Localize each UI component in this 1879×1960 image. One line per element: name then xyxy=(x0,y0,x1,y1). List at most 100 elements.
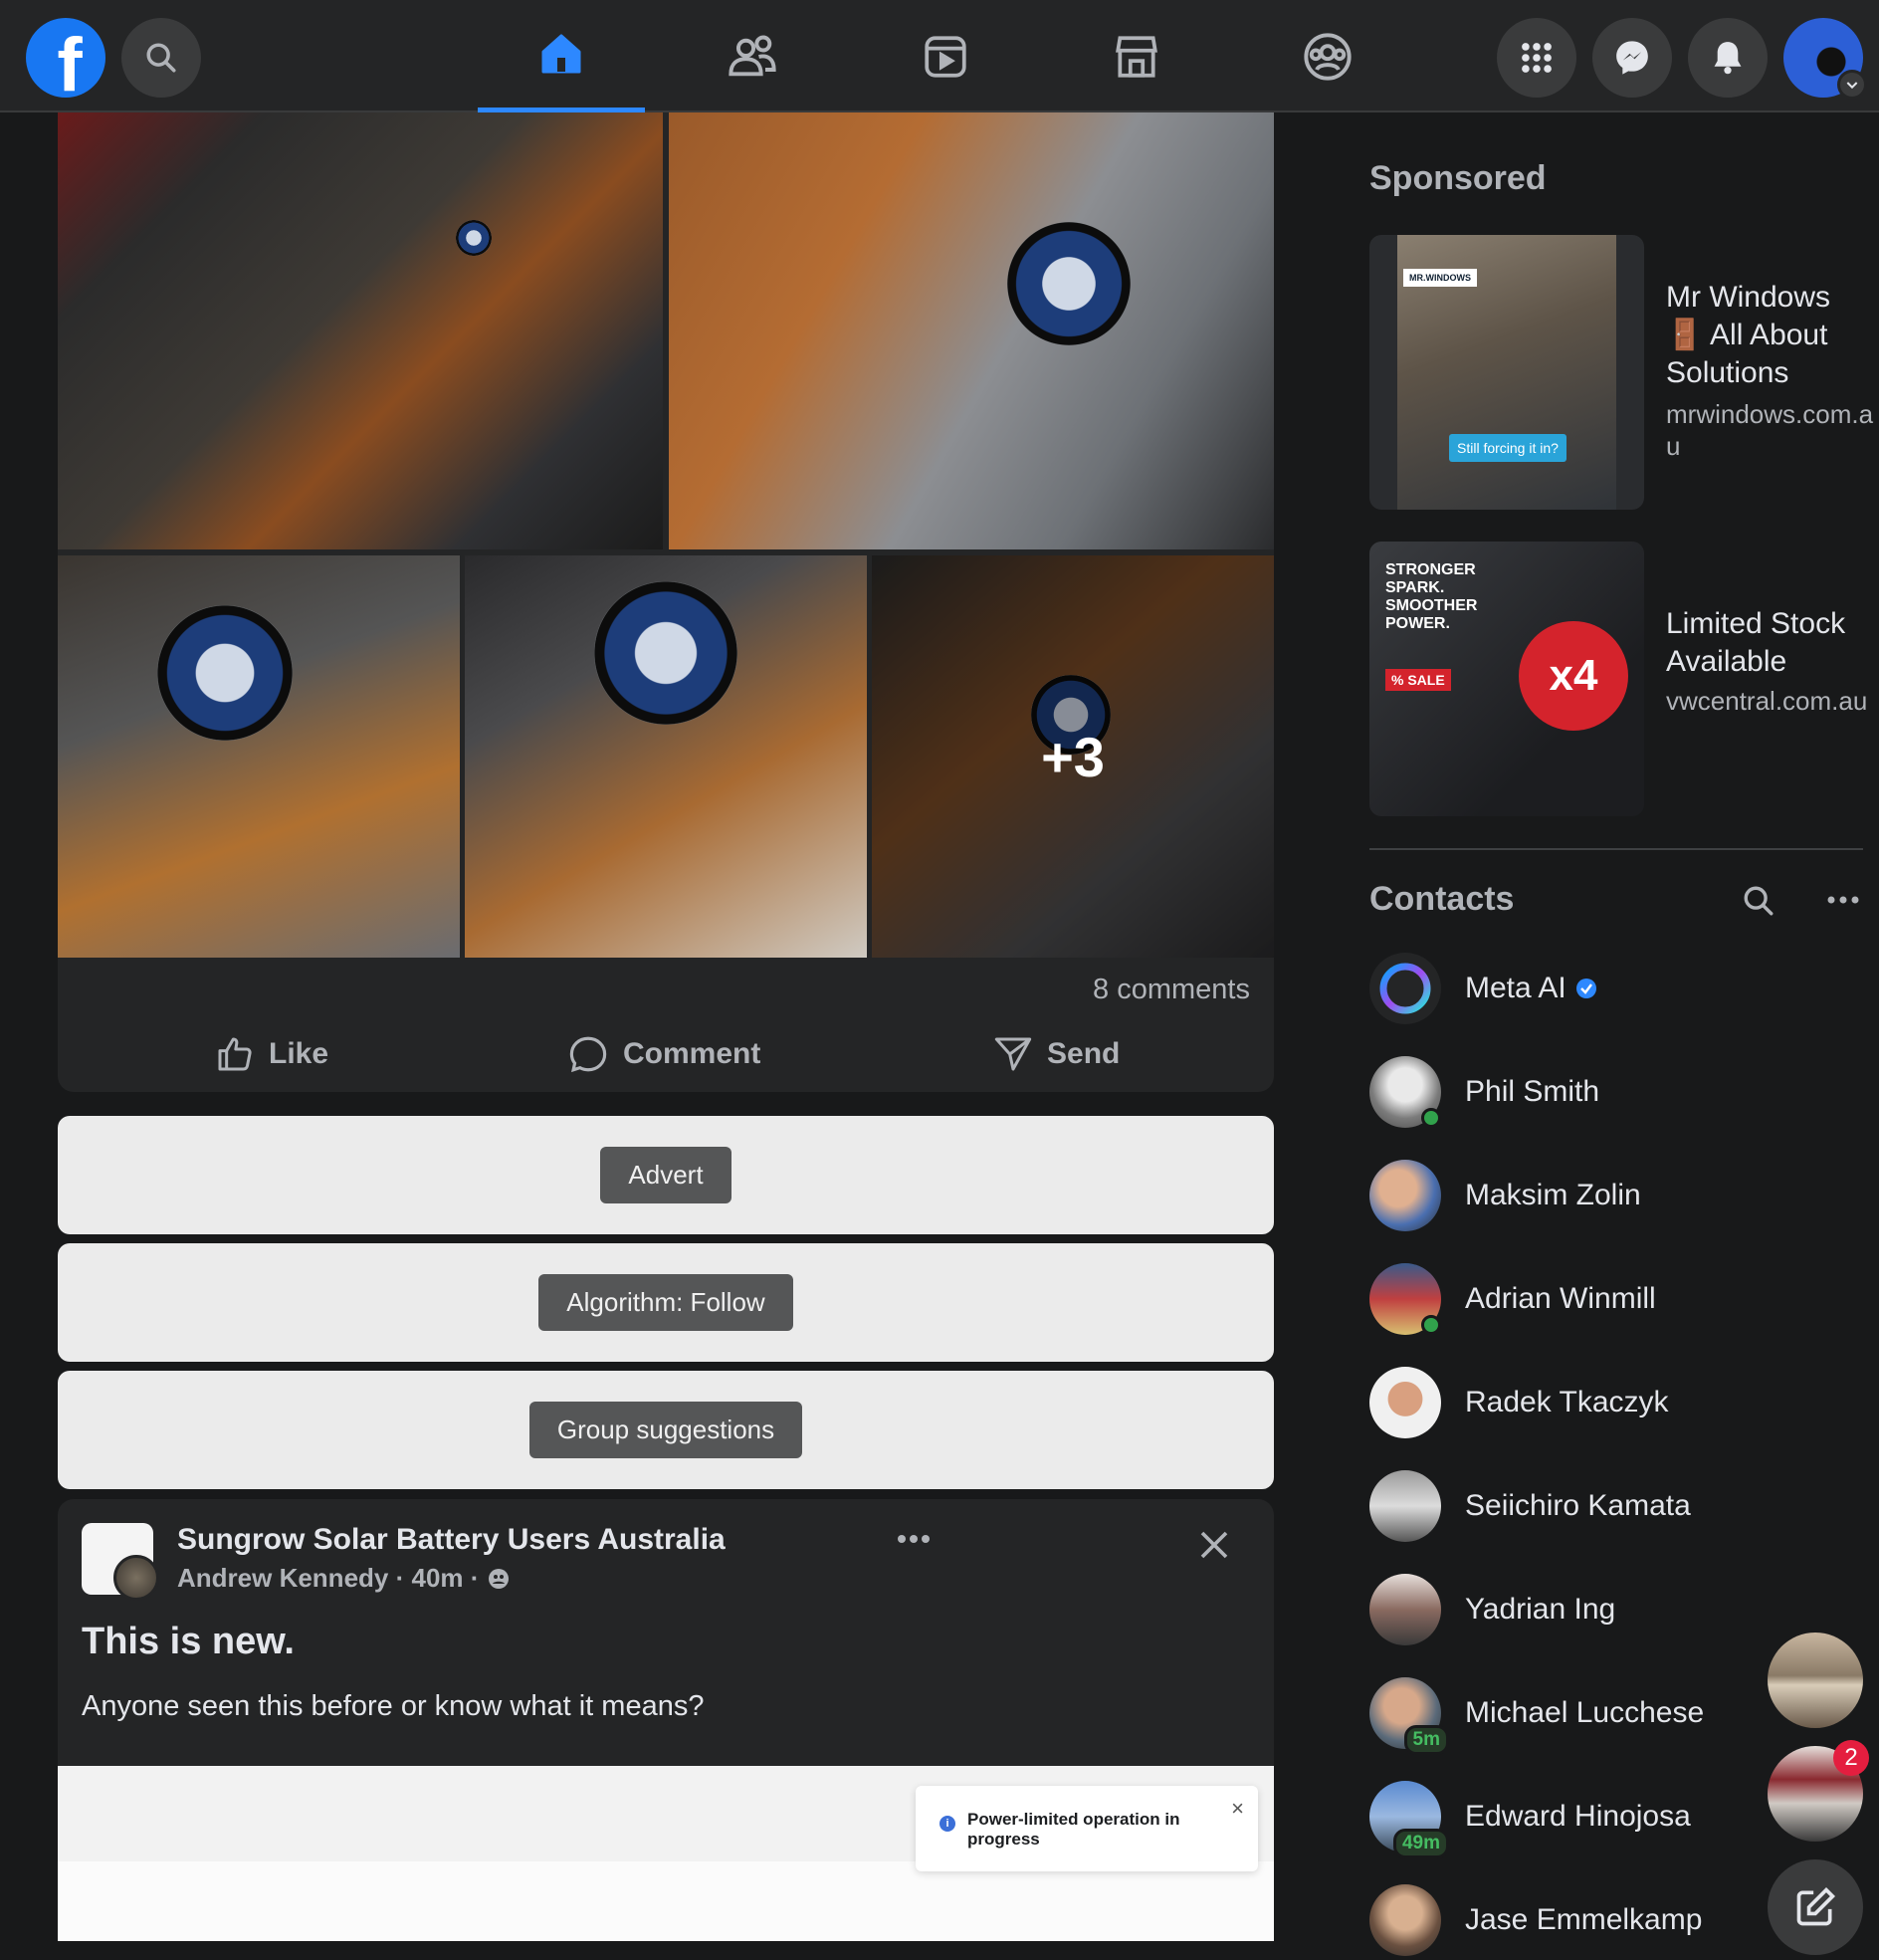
avatar xyxy=(1369,1470,1441,1542)
avatar xyxy=(1369,1056,1441,1128)
sponsored-ad[interactable]: MR.WINDOWS Still forcing it in? Mr Windo… xyxy=(1369,235,1873,510)
more-horizontal-icon xyxy=(898,1535,930,1543)
info-icon: i xyxy=(940,1816,955,1832)
comment-icon xyxy=(569,1036,607,1073)
contact-item[interactable]: Radek Tkaczyk xyxy=(1369,1363,1787,1442)
post-photo[interactable] xyxy=(58,112,663,549)
contacts-options-button[interactable] xyxy=(1825,892,1861,913)
contact-item[interactable]: Meta AI xyxy=(1369,949,1787,1028)
last-active-badge: 5m xyxy=(1403,1725,1449,1755)
group-suggestions-placeholder: Group suggestions xyxy=(58,1371,1274,1489)
post-meta: Andrew Kennedy · 40m · xyxy=(177,1563,511,1594)
algorithm-follow-label: Algorithm: Follow xyxy=(538,1274,793,1331)
contact-item[interactable]: 49m Edward Hinojosa xyxy=(1369,1777,1787,1858)
post-photo[interactable] xyxy=(669,112,1274,549)
toast-message: Power-limited operation in progress xyxy=(967,1810,1180,1849)
post-options-button[interactable] xyxy=(894,1529,934,1554)
account-avatar[interactable] xyxy=(1783,18,1867,100)
more-horizontal-icon xyxy=(1827,896,1859,904)
verified-badge-icon xyxy=(1575,979,1596,998)
group-name[interactable]: Sungrow Solar Battery Users Australia xyxy=(177,1523,726,1557)
avatar xyxy=(1369,1160,1441,1231)
contact-name: Edward Hinojosa xyxy=(1465,1800,1691,1833)
contact-name: Meta AI xyxy=(1465,972,1566,1004)
group-avatar[interactable] xyxy=(82,1523,159,1601)
ad-image[interactable]: STRONGER SPARK. SMOOTHER POWER. x4 % SAL… xyxy=(1369,542,1644,816)
comment-button[interactable]: Comment xyxy=(567,1029,760,1079)
tab-marketplace[interactable] xyxy=(1053,0,1220,112)
contact-item[interactable]: Yadrian Ing xyxy=(1369,1570,1787,1649)
post-photo[interactable]: +3 xyxy=(872,555,1274,958)
avatar xyxy=(1369,1884,1441,1956)
avatar xyxy=(1369,1263,1441,1335)
post-title: This is new. xyxy=(82,1621,295,1662)
post-actions-bar: 8 comments Like Comment Send xyxy=(58,958,1274,1092)
close-icon xyxy=(1200,1531,1228,1559)
messenger-icon xyxy=(1616,41,1648,75)
contact-name: Phil Smith xyxy=(1465,1075,1600,1108)
ad-brand-label: MR.WINDOWS xyxy=(1403,269,1477,287)
online-indicator xyxy=(1421,1108,1441,1128)
sponsored-ad[interactable]: STRONGER SPARK. SMOOTHER POWER. x4 % SAL… xyxy=(1369,542,1867,816)
send-button[interactable]: Send xyxy=(993,1029,1120,1079)
more-photos-overlay[interactable]: +3 xyxy=(872,555,1274,958)
advert-label: Advert xyxy=(600,1147,731,1203)
notifications-button[interactable] xyxy=(1688,18,1768,98)
thumbs-up-icon xyxy=(218,1037,252,1071)
video-icon xyxy=(925,35,966,78)
app-status-toast: i Power-limited operation in progress × xyxy=(916,1786,1258,1871)
top-navigation-bar: f xyxy=(0,0,1879,112)
avatar xyxy=(1369,1574,1441,1645)
contact-item[interactable]: Adrian Winmill xyxy=(1369,1259,1787,1339)
ad-url: mrwindows.com.au xyxy=(1666,399,1874,461)
last-active-badge: 49m xyxy=(1392,1829,1449,1858)
chevron-down-icon xyxy=(1837,70,1867,100)
hide-post-button[interactable] xyxy=(1196,1527,1232,1568)
comments-count[interactable]: 8 comments xyxy=(1093,974,1250,1006)
close-icon[interactable]: × xyxy=(1231,1796,1244,1822)
contact-item[interactable]: 5m Michael Lucchese xyxy=(1369,1673,1787,1755)
search-button[interactable] xyxy=(121,18,201,98)
unread-count-badge: 2 xyxy=(1833,1740,1869,1776)
avatar xyxy=(1369,1367,1441,1438)
menu-button[interactable] xyxy=(1497,18,1576,98)
marketplace-icon xyxy=(1116,35,1157,78)
author-name[interactable]: Andrew Kennedy xyxy=(177,1563,388,1593)
ad-multiplier: x4 xyxy=(1519,621,1628,731)
tab-groups[interactable] xyxy=(1244,0,1411,112)
ad-url: vwcentral.com.au xyxy=(1666,686,1868,716)
contact-item[interactable]: Phil Smith xyxy=(1369,1052,1787,1132)
sponsored-heading: Sponsored xyxy=(1369,159,1547,197)
post-photo[interactable] xyxy=(465,555,867,958)
post-photo[interactable] xyxy=(58,555,460,958)
contact-item[interactable]: Maksim Zolin xyxy=(1369,1156,1787,1235)
tab-video[interactable] xyxy=(862,0,1029,112)
ad-sale-tag: % SALE xyxy=(1385,669,1451,691)
ad-title: Mr Windows 🚪 All About Solutions xyxy=(1666,281,1831,389)
tab-friends[interactable] xyxy=(669,0,836,112)
tab-home[interactable] xyxy=(478,0,645,112)
meta-ai-avatar xyxy=(1369,953,1441,1024)
facebook-logo[interactable]: f xyxy=(26,18,105,108)
post-photo-grid: +3 xyxy=(58,112,1274,958)
contacts-heading: Contacts xyxy=(1369,880,1515,918)
send-icon xyxy=(994,1037,1032,1071)
grid-menu-icon xyxy=(1522,43,1552,73)
avatar: 5m xyxy=(1369,1677,1449,1755)
groups-icon xyxy=(1304,32,1352,81)
ad-image[interactable]: MR.WINDOWS Still forcing it in? xyxy=(1369,235,1644,510)
comment-label: Comment xyxy=(623,1037,761,1070)
contacts-search-button[interactable] xyxy=(1742,884,1775,923)
contact-item[interactable]: Seiichiro Kamata xyxy=(1369,1466,1787,1546)
online-indicator xyxy=(1421,1315,1441,1335)
chat-head[interactable] xyxy=(1768,1633,1863,1728)
chat-head[interactable]: 2 xyxy=(1768,1740,1869,1842)
post-time[interactable]: 40m xyxy=(412,1563,464,1593)
messenger-button[interactable] xyxy=(1592,18,1672,98)
author-avatar[interactable] xyxy=(113,1555,159,1601)
like-button[interactable]: Like xyxy=(215,1029,328,1079)
contact-name: Seiichiro Kamata xyxy=(1465,1489,1691,1522)
contact-name: Radek Tkaczyk xyxy=(1465,1386,1669,1418)
bell-icon xyxy=(1714,42,1742,75)
contact-item[interactable]: Jase Emmelkamp xyxy=(1369,1880,1787,1960)
